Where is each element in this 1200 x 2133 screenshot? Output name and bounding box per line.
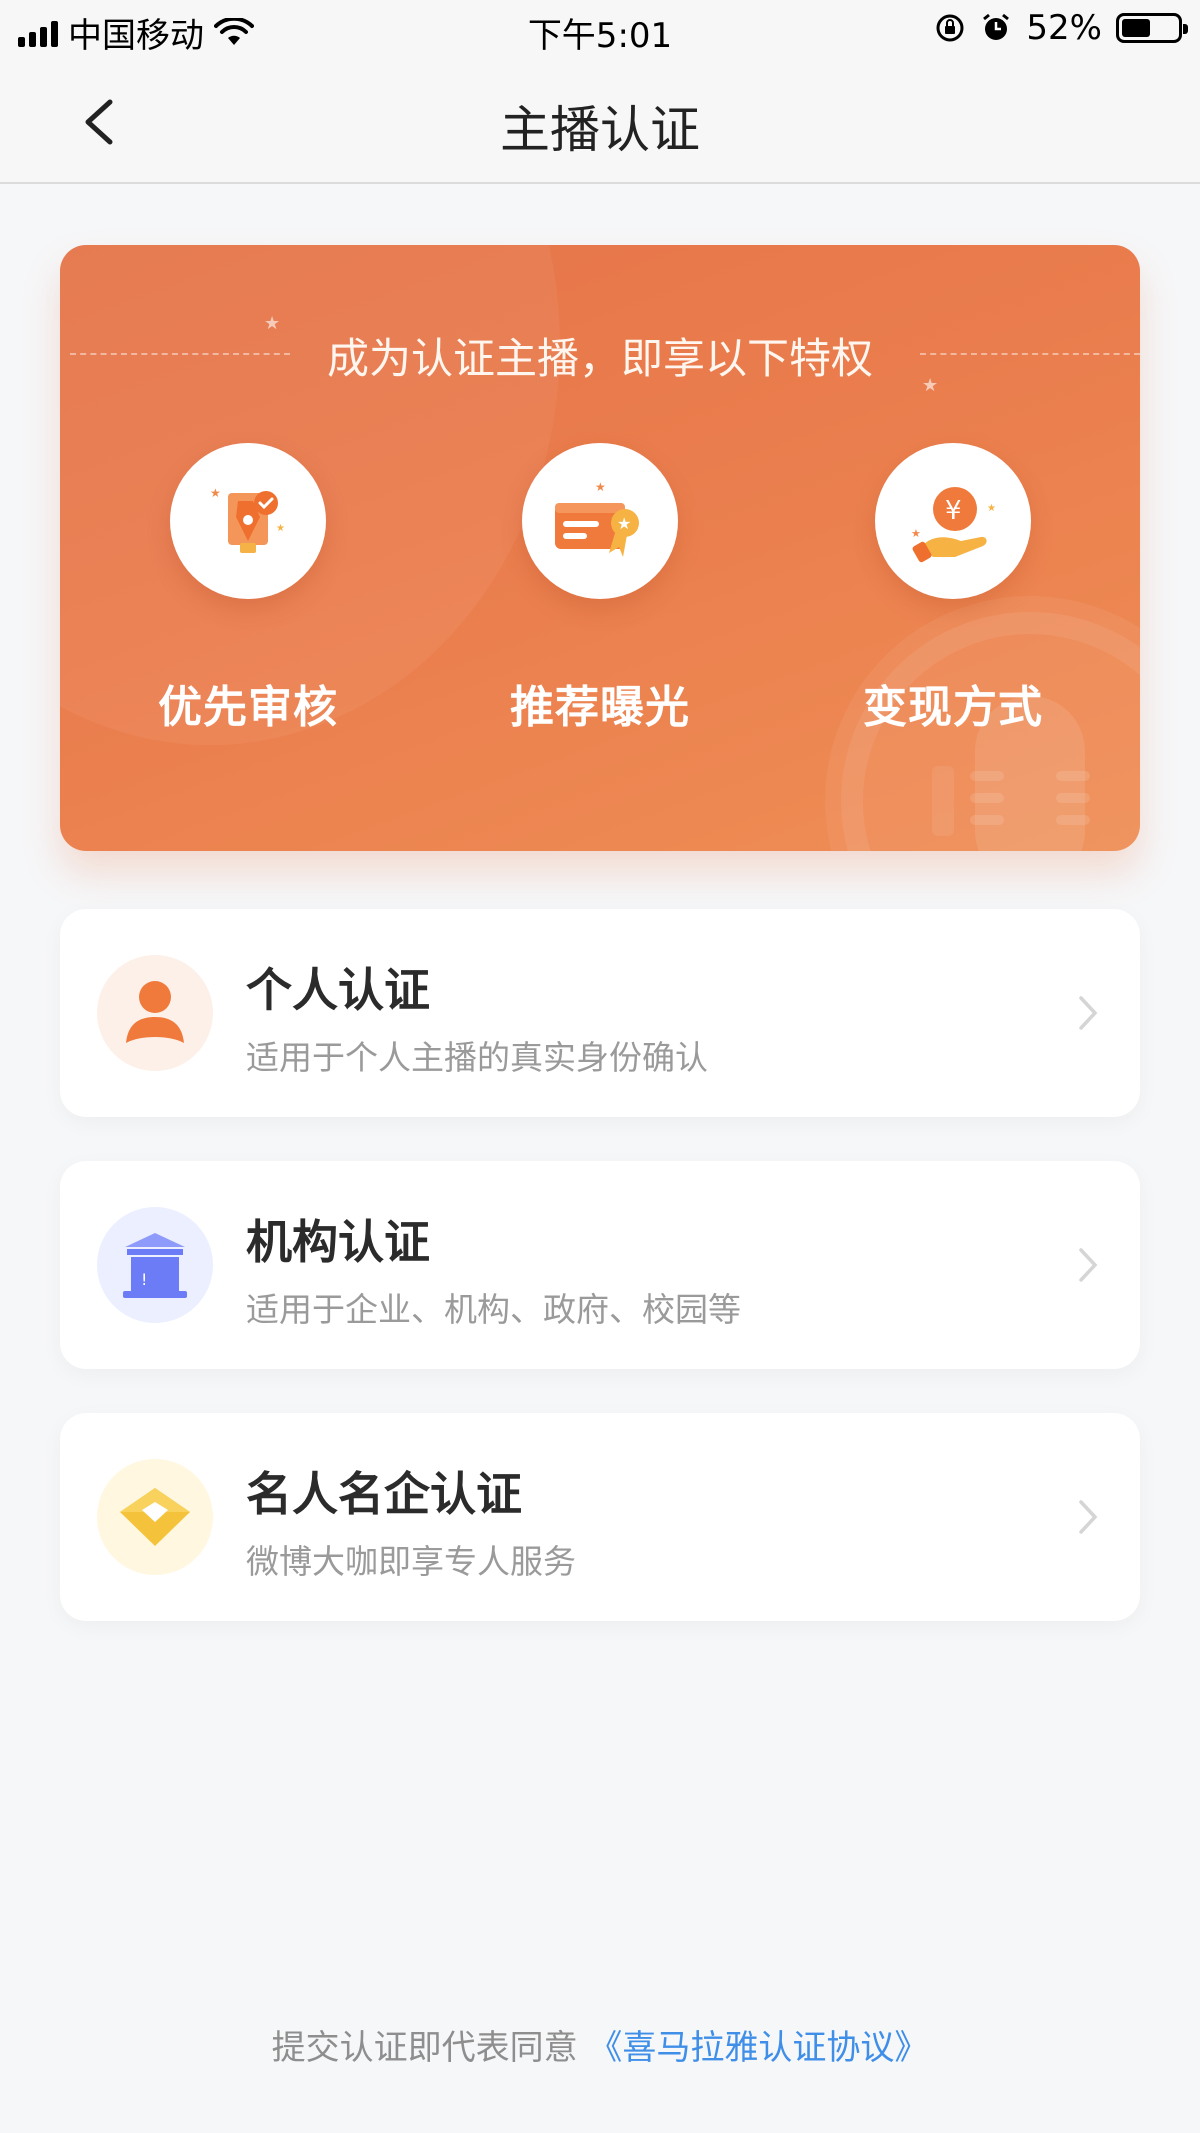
svg-text:★: ★ <box>617 514 631 533</box>
benefit-icon-circle: ★ ★ ¥ <box>875 443 1031 599</box>
status-right: 52% <box>934 8 1188 48</box>
diamond-icon <box>97 1459 213 1575</box>
rotation-lock-icon <box>936 14 964 42</box>
chevron-right-icon <box>1079 1248 1098 1282</box>
benefit-icon-circle: ★ ★ <box>522 443 678 599</box>
card-description: 微博大咖即享专人服务 <box>246 1542 576 1581</box>
card-description: 适用于个人主播的真实身份确认 <box>246 1038 708 1077</box>
chevron-right-icon <box>1079 996 1098 1030</box>
agreement-text: 提交认证即代表同意 <box>271 2028 578 2068</box>
benefit-label: 优先审核 <box>158 682 338 733</box>
coin-hand-icon: ★ ★ ¥ <box>911 487 996 563</box>
card-star-icon: ★ ★ <box>555 480 639 557</box>
nav-bar: 主播认证 <box>0 60 1200 184</box>
organization-auth-card[interactable]: ! 机构认证 适用于企业、机构、政府、校园等 <box>60 1161 1140 1369</box>
benefit-icon-circle: ★ ★ <box>170 443 326 599</box>
pen-badge-icon: ★ ★ <box>210 486 285 553</box>
svg-text:★: ★ <box>911 527 921 540</box>
svg-text:★: ★ <box>210 486 221 500</box>
card-title: 个人认证 <box>246 963 430 1017</box>
banner-headline: 成为认证主播，即享以下特权 <box>326 334 873 383</box>
personal-auth-card[interactable]: 个人认证 适用于个人主播的真实身份确认 <box>60 909 1140 1117</box>
svg-text:★: ★ <box>595 480 606 494</box>
svg-text:¥: ¥ <box>945 496 962 526</box>
status-bar: 中国移动 下午5:01 52% <box>0 0 1200 60</box>
person-icon <box>97 955 213 1071</box>
benefit-recommend-exposure: ★ ★ 推荐曝光 <box>470 443 730 735</box>
celebrity-auth-card[interactable]: 名人名企认证 微博大咖即享专人服务 <box>60 1413 1140 1621</box>
benefit-monetization: ★ ★ ¥ 变现方式 <box>823 443 1083 735</box>
card-title: 机构认证 <box>246 1215 430 1269</box>
card-description: 适用于企业、机构、政府、校园等 <box>246 1290 741 1329</box>
page-title: 主播认证 <box>500 101 700 159</box>
benefit-label: 推荐曝光 <box>510 682 690 733</box>
alarm-icon <box>983 13 1010 40</box>
agreement-link[interactable]: 《喜马拉雅认证协议》 <box>588 2028 928 2068</box>
chevron-right-icon <box>1079 1500 1098 1534</box>
benefit-label: 变现方式 <box>863 682 1043 733</box>
card-title: 名人名企认证 <box>246 1467 522 1521</box>
agreement-footer: 提交认证即代表同意 《喜马拉雅认证协议》 <box>0 2020 1200 2069</box>
battery-percent: 52% <box>1026 8 1102 48</box>
building-icon: ! <box>97 1207 213 1323</box>
battery-icon <box>1116 13 1188 43</box>
svg-text:★: ★ <box>987 503 996 514</box>
privilege-banner: ★ ★ 成为认证主播，即享以下特权 ★ ★ 优先审核 ★ ★ 推荐曝光 ★ ★ … <box>60 245 1140 851</box>
svg-text:!: ! <box>141 1270 147 1289</box>
benefit-priority-review: ★ ★ 优先审核 <box>118 443 378 735</box>
svg-text:★: ★ <box>276 523 285 534</box>
